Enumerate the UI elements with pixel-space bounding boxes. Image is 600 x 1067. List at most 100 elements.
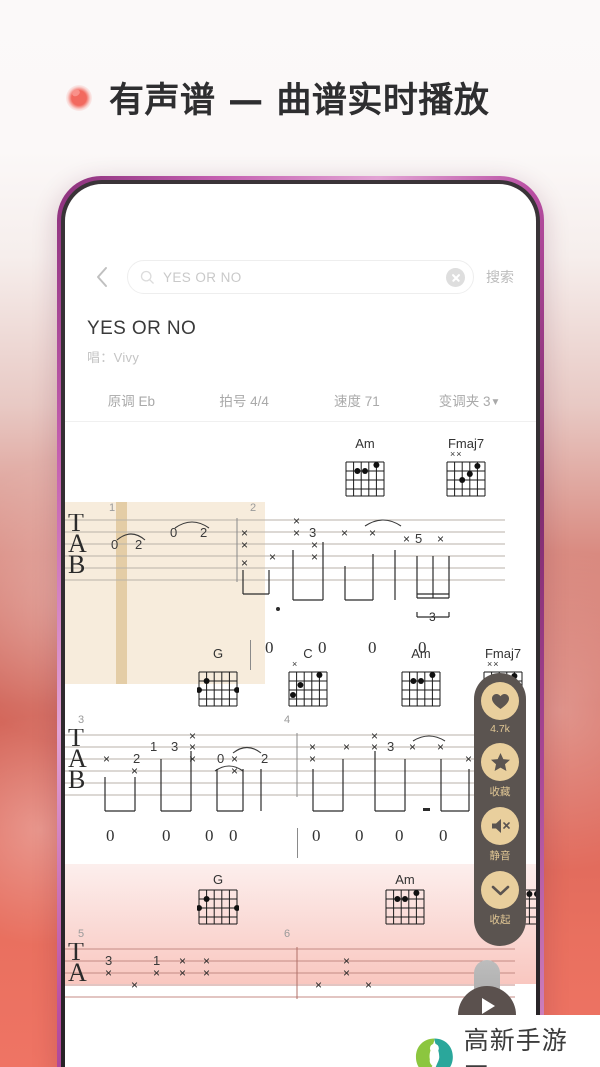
svg-text:×: ×: [341, 526, 348, 540]
favorite-button[interactable]: 收藏: [481, 743, 519, 807]
chevron-left-icon: [97, 267, 107, 287]
svg-text:×: ×: [309, 752, 316, 766]
collapse-button[interactable]: 收起: [481, 871, 519, 935]
watermark: 高新手游网: [408, 1015, 600, 1067]
bass-note: 0: [162, 826, 171, 845]
score-system-3: G Am 5 6 T A 3 1 × × × × × × × × × × ×: [65, 864, 536, 999]
song-header: YES OR NO 唱：Vivy: [65, 294, 536, 366]
score-sheet[interactable]: Am Fmaj7 ×× 1 2 T A B 0 2 0 2 3 5 × × × …: [65, 422, 536, 999]
svg-text:×: ×: [231, 764, 238, 778]
play-icon: [482, 997, 495, 1014]
info-tempo-label: 速度 71: [333, 394, 380, 409]
svg-text:×: ×: [241, 538, 248, 552]
song-artist: 唱：Vivy: [87, 350, 140, 365]
svg-text:×: ×: [103, 752, 110, 766]
gaoxin-logo-icon: [415, 1038, 453, 1067]
chord-name: Am: [411, 646, 431, 661]
fretboard-grid-icon: [197, 671, 239, 707]
info-tempo: 速度 71: [301, 390, 414, 410]
svg-text:2: 2: [200, 525, 207, 540]
song-info-row: 原调 Eb 拍号 4/4 速度 71 变调夹 3▼: [65, 390, 536, 422]
bass-note: 0: [395, 826, 404, 845]
chord-diagram: Am: [337, 436, 393, 498]
collapse-label: 收起: [489, 914, 511, 926]
speaker-mute-icon: [481, 807, 519, 845]
info-time-signature: 拍号 4/4: [188, 390, 301, 410]
bass-note: 0: [106, 826, 115, 845]
star-glyph: [490, 753, 510, 771]
staff-system-1[interactable]: 1 2 TAB 02 02 3 5 × × × × × × × × × × × …: [65, 502, 536, 684]
staff-system-2[interactable]: 3 4 TAB 132 20 3 × × × × × × × × × × × ×…: [65, 714, 536, 832]
search-icon: [140, 270, 154, 284]
info-original-key-label: 原调 Eb: [107, 394, 155, 409]
side-toolbar: 4.7k 收藏 静音 收起: [474, 673, 526, 946]
chord-row-1: Am Fmaj7 ××: [65, 436, 536, 502]
chord-mute-marks: [337, 451, 393, 459]
chord-mute-marks: [190, 661, 246, 669]
svg-text:3: 3: [387, 739, 394, 754]
measure-number: 5: [78, 928, 85, 940]
svg-text:3: 3: [429, 610, 436, 624]
bass-note: 0: [312, 826, 321, 845]
fretboard-grid-icon: [197, 889, 239, 925]
mute-button[interactable]: 静音: [481, 807, 519, 871]
chord-diagram: G: [190, 646, 246, 708]
chord-diagram: Am: [393, 646, 449, 708]
svg-text:×: ×: [343, 966, 350, 980]
score-system-2: G C × Am Fmaj7 ×× 3 4 T A B 1 3 2 2 0 3 …: [65, 646, 536, 864]
like-count: 4.7k: [490, 723, 510, 735]
bass-note: 0: [439, 826, 448, 845]
heart-icon: [481, 682, 519, 720]
svg-text:B: B: [68, 550, 85, 579]
staff-system-3[interactable]: 5 6 TA 31 × × × × × × × × × × ×: [65, 928, 536, 999]
bullet-dot-icon: [66, 84, 92, 111]
bass-note: 0: [355, 826, 364, 845]
fretboard-grid-icon: [345, 461, 385, 497]
svg-text:×: ×: [269, 550, 276, 564]
song-title: YES OR NO: [87, 318, 197, 339]
chord-name: Am: [395, 872, 415, 887]
chord-mute-marks: [393, 661, 449, 669]
mute-label: 静音: [489, 850, 511, 862]
back-button[interactable]: [87, 260, 117, 294]
info-capo[interactable]: 变调夹 3▼: [413, 390, 526, 410]
svg-text:×: ×: [343, 740, 350, 754]
svg-text:×: ×: [465, 752, 472, 766]
info-original-key: 原调 Eb: [75, 390, 188, 410]
svg-text:1: 1: [150, 739, 157, 754]
search-submit-button[interactable]: 搜索: [484, 267, 514, 287]
svg-text:0: 0: [217, 751, 224, 766]
svg-text:×: ×: [437, 740, 444, 754]
svg-text:2: 2: [135, 537, 142, 552]
svg-text:A: A: [68, 958, 87, 987]
svg-text:3: 3: [171, 739, 178, 754]
tab-staff-notation: TAB 1 32 20 3 ××× ×× ×× ×× × ×× × × ×: [65, 729, 515, 812]
bass-row-2: 0 0 0 0 0 0 0 0: [65, 826, 536, 864]
info-capo-label: 变调夹 3: [438, 394, 491, 409]
search-bar: YES OR NO 搜索: [65, 184, 536, 294]
svg-text:×: ×: [293, 526, 300, 540]
chord-mute-marks: ××: [487, 659, 500, 669]
chord-name: Am: [355, 436, 375, 451]
fretboard-grid-icon: [385, 889, 425, 925]
fretboard-grid-icon: [288, 671, 328, 707]
watermark-text: 高新手游网: [463, 1026, 568, 1067]
svg-text:×: ×: [403, 532, 410, 546]
svg-text:×: ×: [241, 556, 248, 570]
like-button[interactable]: 4.7k: [481, 682, 519, 743]
search-input-container[interactable]: YES OR NO: [127, 260, 474, 294]
phone-screen: YES OR NO 搜索 YES OR NO 唱：Vivy 原调 Eb 拍号 4…: [65, 184, 536, 1067]
speaker-mute-glyph: [491, 819, 510, 833]
tab-staff-notation: TA 31 × × × × × × × ×× × ×: [65, 943, 515, 999]
svg-text:×: ×: [315, 978, 322, 992]
fretboard-grid-icon: [446, 461, 486, 497]
heart-glyph: [491, 693, 509, 709]
clear-search-button[interactable]: [446, 267, 465, 287]
measure-number: 3: [78, 714, 85, 726]
chord-name: G: [212, 646, 224, 661]
chord-diagram: Fmaj7 ××: [438, 436, 494, 498]
phone-inner-bezel: YES OR NO 搜索 YES OR NO 唱：Vivy 原调 Eb 拍号 4…: [61, 180, 540, 1067]
phone-frame: YES OR NO 搜索 YES OR NO 唱：Vivy 原调 Eb 拍号 4…: [57, 176, 544, 1067]
svg-text:×: ×: [131, 978, 138, 992]
svg-text:×: ×: [189, 752, 196, 766]
